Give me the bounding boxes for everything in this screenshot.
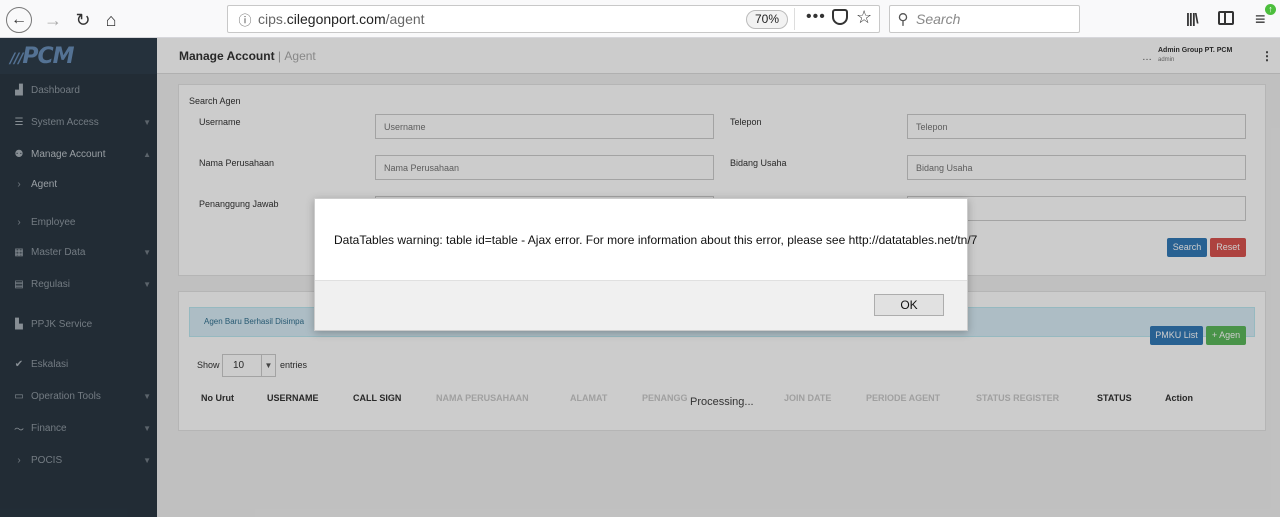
ok-button[interactable]: OK [874, 294, 944, 316]
forward-arrow-icon[interactable]: → [40, 7, 66, 33]
browser-toolbar: ← → ↻ ⌂ ⓘ cips.cilegonport.com/agent 70%… [0, 0, 1280, 38]
sidebar-toggle-icon[interactable] [1218, 11, 1234, 25]
search-placeholder: Search [916, 11, 961, 27]
search-icon: ⚲ [897, 11, 909, 28]
back-arrow-icon[interactable]: ← [6, 7, 32, 33]
url-text[interactable]: cips.cilegonport.com/agent [258, 11, 425, 27]
update-badge-icon: ↑ [1265, 4, 1276, 15]
hamburger-menu-icon[interactable]: ≡ [1255, 9, 1266, 30]
url-divider [794, 8, 795, 30]
browser-search-input[interactable]: ⚲ Search [889, 5, 1080, 33]
dialog-message: DataTables warning: table id=table - Aja… [334, 233, 978, 247]
dialog-footer: OK [315, 280, 967, 330]
processing-indicator: Processing... [690, 396, 754, 408]
bookmark-star-icon[interactable]: ☆ [856, 7, 872, 28]
info-icon[interactable]: ⓘ [232, 10, 258, 29]
zoom-badge[interactable]: 70% [746, 10, 789, 29]
address-bar[interactable]: ⓘ cips.cilegonport.com/agent 70% ••• ☆ [227, 5, 880, 33]
reload-icon[interactable]: ↻ [70, 7, 96, 33]
home-icon[interactable]: ⌂ [98, 7, 124, 33]
more-actions-icon[interactable]: ••• [806, 8, 826, 26]
pocket-icon[interactable] [832, 9, 848, 25]
alert-dialog: DataTables warning: table id=table - Aja… [314, 198, 977, 331]
library-icon[interactable]: |||\ [1186, 10, 1199, 26]
